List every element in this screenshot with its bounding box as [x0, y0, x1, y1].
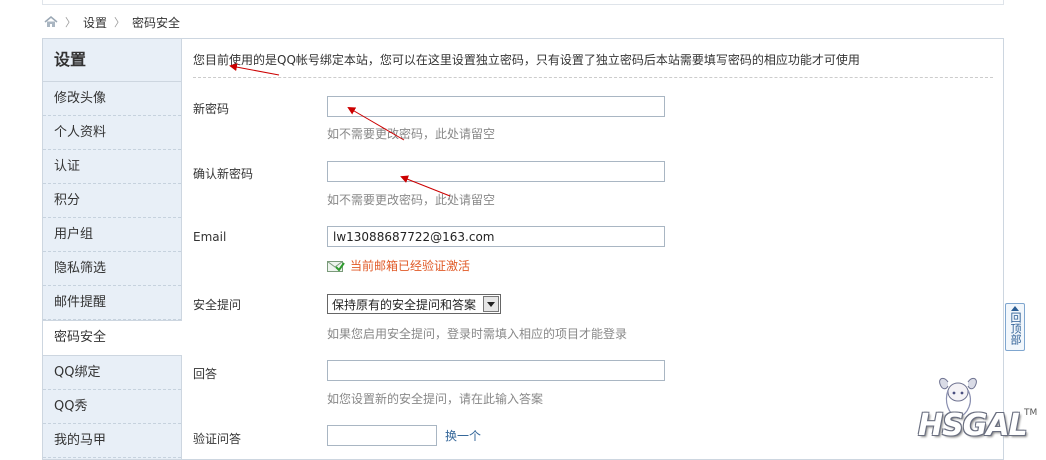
back-to-top-label: 回顶部 — [1009, 312, 1022, 345]
email-label: Email — [193, 230, 227, 244]
qq-bind-notice: 您目前使用的是QQ帐号绑定本站，您可以在这里设置独立密码，只有设置了独立密码后本… — [193, 53, 860, 67]
breadcrumb-separator: 〉 — [114, 16, 126, 29]
verified-mail-icon — [327, 260, 345, 272]
captcha-label: 验证问答 — [193, 432, 242, 446]
home-icon[interactable] — [44, 16, 58, 28]
chevron-down-icon[interactable] — [483, 296, 499, 312]
new-password-hint: 如不需要更改密码，此处请留空 — [327, 127, 496, 141]
sidebar-item-usergroup[interactable]: 用户组 — [43, 218, 181, 252]
security-question-hint: 如果您启用安全提问，登录时需填入相应的项目才能登录 — [327, 327, 628, 341]
divider — [193, 77, 993, 78]
watermark-text: HSGAL — [918, 408, 1028, 443]
back-to-top-button[interactable]: 回顶部 — [1005, 303, 1025, 351]
email-verified-status: 当前邮箱已经验证激活 — [327, 257, 470, 274]
settings-sidebar: 设置 修改头像 个人资料 认证 积分 用户组 隐私筛选 邮件提醒 密码安全 QQ… — [43, 39, 182, 459]
top-panel-edge — [42, 0, 1004, 5]
sidebar-item-my-alias[interactable]: 我的马甲 — [43, 424, 181, 458]
answer-input[interactable] — [327, 360, 665, 381]
sidebar-item-privacy[interactable]: 隐私筛选 — [43, 252, 181, 286]
email-input[interactable] — [327, 226, 665, 247]
security-question-label: 安全提问 — [193, 298, 242, 312]
confirm-password-hint: 如不需要更改密码，此处请留空 — [327, 193, 496, 207]
sidebar-title: 设置 — [43, 39, 181, 82]
confirm-password-input[interactable] — [327, 161, 665, 182]
password-form: 您目前使用的是QQ帐号绑定本站，您可以在这里设置独立密码，只有设置了独立密码后本… — [193, 39, 993, 459]
sidebar-item-qq-bind[interactable]: QQ绑定 — [43, 356, 181, 390]
email-verified-text: 当前邮箱已经验证激活 — [350, 259, 471, 273]
answer-label: 回答 — [193, 367, 218, 381]
sidebar-item-qq-show[interactable]: QQ秀 — [43, 390, 181, 424]
swap-question-link[interactable]: 换一个 — [445, 427, 481, 444]
security-question-select[interactable]: 保持原有的安全提问和答案 — [327, 294, 501, 314]
breadcrumb-item-password-security[interactable]: 密码安全 — [132, 14, 180, 31]
security-question-selected: 保持原有的安全提问和答案 — [332, 297, 477, 312]
breadcrumb-separator: 〉 — [65, 16, 76, 29]
settings-panel: 设置 修改头像 个人资料 认证 积分 用户组 隐私筛选 邮件提醒 密码安全 QQ… — [42, 38, 1004, 460]
sidebar-item-profile[interactable]: 个人资料 — [43, 116, 181, 150]
sidebar-item-verify[interactable]: 认证 — [43, 150, 181, 184]
watermark-tm: TM — [1024, 408, 1038, 418]
confirm-password-label: 确认新密码 — [193, 167, 254, 181]
sidebar-item-mail-notify[interactable]: 邮件提醒 — [43, 286, 181, 320]
captcha-input[interactable] — [327, 425, 437, 446]
sidebar-item-avatar[interactable]: 修改头像 — [43, 82, 181, 116]
breadcrumb-item-settings[interactable]: 设置 — [83, 14, 107, 31]
answer-hint: 如您设置新的安全提问，请在此输入答案 — [327, 392, 544, 406]
new-password-input[interactable] — [327, 96, 665, 117]
sidebar-item-password-security[interactable]: 密码安全 — [43, 320, 182, 356]
site-watermark-logo: HSGAL TM — [912, 372, 1046, 447]
new-password-label: 新密码 — [193, 102, 230, 116]
breadcrumb: 〉 设置 〉 密码安全 — [44, 13, 180, 31]
arrow-up-icon — [1011, 306, 1019, 311]
sidebar-item-credits[interactable]: 积分 — [43, 184, 181, 218]
